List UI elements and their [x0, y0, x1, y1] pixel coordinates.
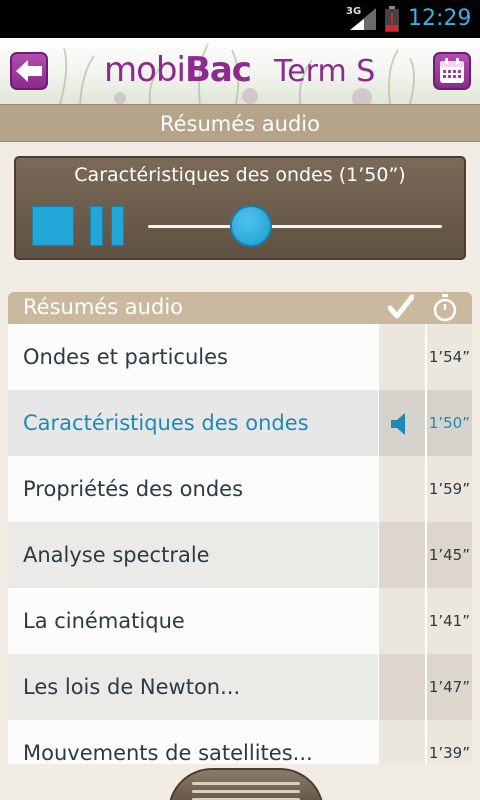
- handle-line: [192, 790, 300, 793]
- list-item-status: [378, 588, 425, 654]
- stop-button[interactable]: [32, 206, 74, 246]
- calendar-button[interactable]: [433, 52, 471, 90]
- list-item-status: [378, 654, 425, 720]
- level-label: Term S: [274, 54, 376, 89]
- drawer-handle[interactable]: [168, 768, 324, 800]
- list-item-title: La cinématique: [8, 588, 378, 654]
- list-item-duration: 1’54”: [425, 324, 472, 390]
- list-item-duration: 1’59”: [425, 456, 472, 522]
- list-item[interactable]: Mouvements de satellites... 1’39”: [8, 720, 472, 764]
- section-title: Résumés audio: [0, 104, 480, 142]
- handle-line: [192, 782, 300, 785]
- back-arrow-icon: [16, 60, 42, 82]
- list-item-status: [378, 720, 425, 764]
- back-button[interactable]: [10, 52, 48, 90]
- status-bar: 3G 12:29: [0, 0, 480, 38]
- list-item-status: [378, 390, 425, 456]
- list-item[interactable]: La cinématique 1’41”: [8, 588, 472, 654]
- list-item[interactable]: Analyse spectrale 1’45”: [8, 522, 472, 588]
- pause-button[interactable]: [90, 206, 126, 246]
- list-item[interactable]: Caractéristiques des ondes 1’50”: [8, 390, 472, 456]
- list-header-label: Résumés audio: [23, 295, 184, 319]
- seek-track[interactable]: [148, 225, 442, 228]
- logo-bac: Bac: [184, 50, 252, 90]
- list-item[interactable]: Les lois de Newton... 1’47”: [8, 654, 472, 720]
- list-item-title: Propriétés des ondes: [8, 456, 378, 522]
- clock: 12:29: [408, 6, 472, 31]
- list-item-title: Analyse spectrale: [8, 522, 378, 588]
- player-title: Caractéristiques des ondes (1’50”): [74, 164, 406, 186]
- seek-thumb[interactable]: [229, 205, 272, 247]
- app-logo: mobiBac: [104, 50, 252, 90]
- audio-player: Caractéristiques des ondes (1’50”): [14, 156, 466, 260]
- logo-mobi: mobi: [104, 50, 186, 90]
- app-header: mobiBac Term S: [0, 38, 480, 104]
- list-item-duration: 1’50”: [425, 390, 472, 456]
- list-item-duration: 1’47”: [425, 654, 472, 720]
- speaker-icon: [391, 413, 405, 435]
- pause-bar-right: [111, 206, 124, 246]
- checkmark-icon: [388, 294, 414, 319]
- list-header: Résumés audio: [8, 292, 472, 324]
- audio-list: Résumés audio Ondes et particules 1’54” Ca…: [8, 292, 472, 764]
- list-item-title: Caractéristiques des ondes: [8, 390, 378, 456]
- list-item-duration: 1’41”: [425, 588, 472, 654]
- calendar-icon: [440, 58, 464, 83]
- list-item-title: Ondes et particules: [8, 324, 378, 390]
- list-item-status: [378, 522, 425, 588]
- stopwatch-icon: [433, 294, 457, 322]
- list-item[interactable]: Ondes et particules 1’54”: [8, 324, 472, 390]
- signal-icon: [350, 8, 376, 30]
- list-item-duration: 1’39”: [425, 720, 472, 764]
- list-item-status: [378, 324, 425, 390]
- list-item-duration: 1’45”: [425, 522, 472, 588]
- list-item-status: [378, 456, 425, 522]
- pause-bar-left: [90, 206, 103, 246]
- battery-icon: [385, 6, 399, 32]
- list-item-title: Mouvements de satellites...: [8, 720, 378, 764]
- list-item[interactable]: Propriétés des ondes 1’59”: [8, 456, 472, 522]
- list-item-title: Les lois de Newton...: [8, 654, 378, 720]
